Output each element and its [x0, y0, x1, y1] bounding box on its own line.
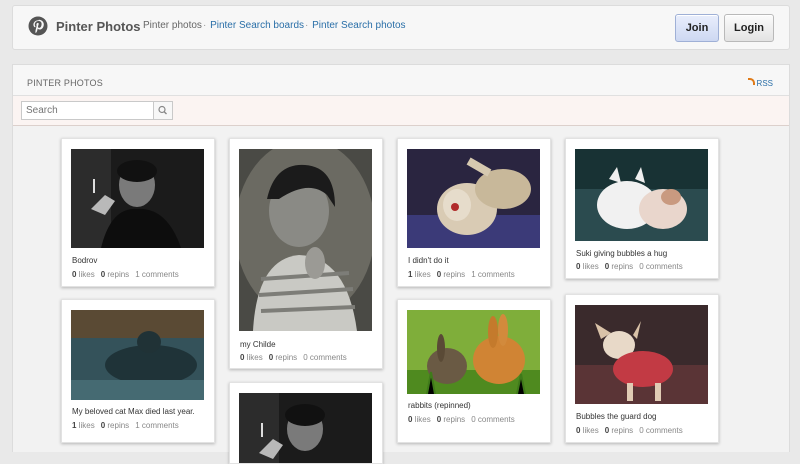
nav-link-search-photos[interactable]: Pinter Search photos: [312, 20, 405, 31]
pin-photo[interactable]: [239, 149, 372, 331]
search-button[interactable]: [153, 101, 173, 120]
pin-caption: Bubbles the guard dog: [576, 412, 657, 421]
join-button[interactable]: Join: [675, 14, 719, 42]
pin-card[interactable]: Bodrov 0 likes 0 repins 1 comments: [61, 138, 215, 287]
pin-photo[interactable]: [575, 149, 708, 241]
nav-link-search-boards[interactable]: Pinter Search boards: [210, 20, 304, 31]
rss-icon: [747, 78, 755, 85]
pin-caption: rabbits (repinned): [408, 401, 471, 410]
pin-card[interactable]: my Childe 0 likes 0 repins 0 comments: [229, 138, 383, 369]
pin-stats: 0 likes 0 repins 1 comments: [72, 270, 179, 279]
pin-photo[interactable]: [239, 393, 372, 463]
pin-stats: 1 likes 0 repins 1 comments: [408, 270, 515, 279]
section-title: PINTER PHOTOS: [27, 78, 103, 88]
rss-link[interactable]: RSS: [747, 78, 773, 88]
rss-label: RSS: [756, 79, 773, 88]
pin-photo[interactable]: [71, 149, 204, 248]
pin-photo[interactable]: [407, 310, 540, 394]
pin-stats: 1 likes 0 repins 1 comments: [72, 421, 179, 430]
pin-card[interactable]: I didn't do it 1 likes 0 repins 1 comments: [397, 138, 551, 287]
top-bar: Pinter Photos Pinter photos· Pinter Sear…: [12, 5, 790, 50]
pin-photo[interactable]: [407, 149, 540, 248]
pin-caption: Suki giving bubbles a hug: [576, 249, 668, 258]
pin-stats: 0 likes 0 repins 0 comments: [408, 415, 515, 424]
search-input[interactable]: [21, 101, 154, 120]
search-bar: [13, 96, 789, 126]
pin-caption: my Childe: [240, 340, 276, 349]
pin-card[interactable]: rabbits (repinned) 0 likes 0 repins 0 comm…: [397, 299, 551, 443]
pinterest-logo-icon[interactable]: [28, 16, 48, 36]
pin-stats: 0 likes 0 repins 0 comments: [240, 353, 347, 362]
pin-card[interactable]: Bubbles the guard dog 0 likes 0 repins 0 c…: [565, 294, 719, 443]
pin-caption: My beloved cat Max died last year.: [72, 407, 195, 416]
pin-card[interactable]: [229, 382, 383, 464]
pin-stats: 0 likes 0 repins 0 comments: [576, 262, 683, 271]
pin-card[interactable]: My beloved cat Max died last year. 1 lik…: [61, 299, 215, 443]
pin-photo[interactable]: [71, 310, 204, 400]
pin-photo[interactable]: [575, 305, 708, 404]
pin-card[interactable]: Suki giving bubbles a hug 0 likes 0 repin…: [565, 138, 719, 279]
pin-stats: 0 likes 0 repins 0 comments: [576, 426, 683, 435]
section-header: PINTER PHOTOS RSS: [13, 65, 789, 96]
breadcrumb: Pinter photos· Pinter Search boards· Pin…: [143, 20, 406, 31]
pin-caption: Bodrov: [72, 256, 98, 265]
login-button[interactable]: Login: [724, 14, 774, 42]
app-title[interactable]: Pinter Photos: [56, 19, 141, 34]
search-icon: [158, 105, 167, 115]
pin-caption: I didn't do it: [408, 256, 449, 265]
nav-current: Pinter photos: [143, 20, 202, 31]
